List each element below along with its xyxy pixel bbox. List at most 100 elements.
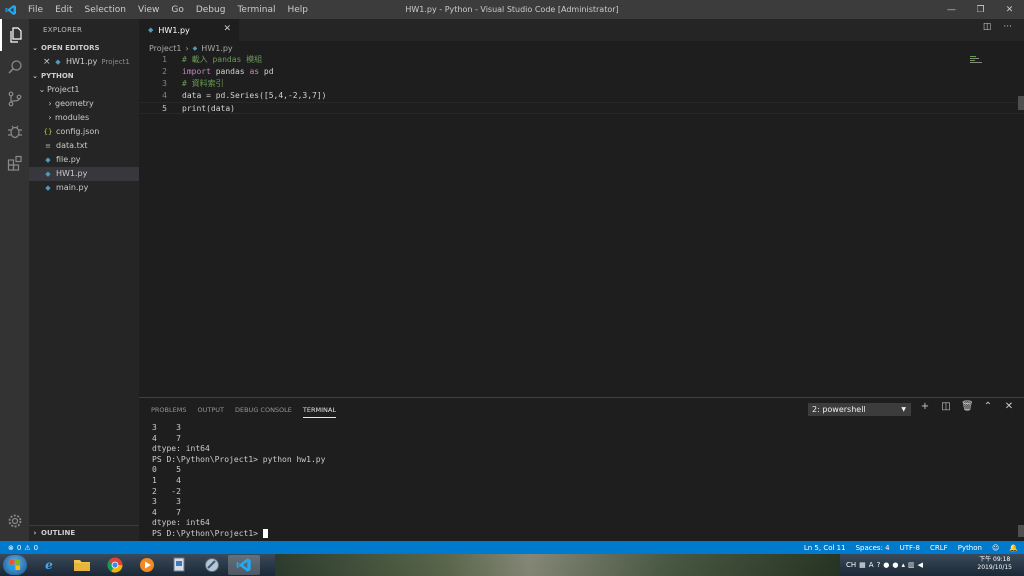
network-icon[interactable]: ▥: [908, 561, 915, 569]
warning-icon: ⚠: [24, 543, 31, 552]
new-terminal-icon[interactable]: +: [919, 401, 931, 412]
menu-view[interactable]: View: [132, 5, 165, 15]
close-tab-icon[interactable]: ✕: [223, 24, 231, 34]
json-file-icon: {}: [43, 128, 53, 136]
more-actions-icon[interactable]: ···: [1003, 22, 1012, 32]
trash-icon[interactable]: 🗑: [961, 401, 974, 412]
editor-tab-hw1[interactable]: ◆ HW1.py ✕: [139, 19, 239, 41]
menu-terminal[interactable]: Terminal: [231, 5, 281, 15]
terminal-select[interactable]: 2: powershell ▼: [808, 403, 911, 416]
tray-app-icon[interactable]: ●: [883, 561, 889, 569]
encoding[interactable]: UTF-8: [900, 544, 920, 552]
tree-item-main-py[interactable]: ◆ main.py: [29, 181, 139, 195]
menu-file[interactable]: File: [22, 5, 49, 15]
volume-icon[interactable]: ◀: [918, 561, 923, 569]
settings-gear-icon[interactable]: [0, 505, 29, 537]
line-endings[interactable]: CRLF: [930, 544, 948, 552]
network-share-icon[interactable]: [163, 555, 195, 575]
open-editors-header[interactable]: ⌄ OPEN EDITORS: [29, 41, 139, 55]
menu-go[interactable]: Go: [165, 5, 189, 15]
tab-output[interactable]: OUTPUT: [197, 404, 224, 418]
system-clock[interactable]: 下午 09:18 2019/10/15: [977, 556, 1012, 572]
keyword: as: [249, 67, 260, 76]
terminal-line: 1 4: [152, 475, 181, 485]
os-taskbar: e CH ▦ A ? ● ● ▴ ▥ ◀ 下午 09:18 2019/10/15: [0, 554, 1024, 576]
tree-item-label: config.json: [56, 127, 100, 136]
chrome-icon[interactable]: [99, 555, 131, 575]
search-icon[interactable]: [0, 51, 29, 83]
explorer-icon[interactable]: [0, 19, 29, 51]
vscode-taskbar-icon[interactable]: [228, 555, 260, 575]
clock-date: 2019/10/15: [977, 564, 1012, 571]
feedback-smiley-icon[interactable]: ☺: [992, 544, 999, 552]
extensions-icon[interactable]: [0, 147, 29, 179]
notification-bell-icon[interactable]: 🔔: [1009, 544, 1018, 552]
menu-help[interactable]: Help: [281, 5, 314, 15]
tree-item-config-json[interactable]: {} config.json: [29, 125, 139, 139]
terminal-output[interactable]: 3 3 4 7 dtype: int64 PS D:\Python\Projec…: [152, 423, 325, 540]
tray-app-icon[interactable]: ●: [892, 561, 898, 569]
code-editor[interactable]: 1 # 載入 pandas 模組 2 import pandas as pd 3…: [139, 54, 1024, 397]
help-icon[interactable]: ?: [877, 561, 881, 569]
line-number: 4: [162, 91, 167, 100]
menu-selection[interactable]: Selection: [79, 5, 132, 15]
terminal-scrollbar[interactable]: [1018, 525, 1024, 537]
file-explorer-icon[interactable]: [66, 555, 98, 575]
ime-indicator[interactable]: CH: [846, 561, 856, 569]
tree-item-data-txt[interactable]: ≡ data.txt: [29, 139, 139, 153]
error-icon: ⊗: [8, 543, 14, 552]
breadcrumb-file[interactable]: HW1.py: [201, 44, 232, 53]
tree-item-modules[interactable]: › modules: [29, 111, 139, 125]
vscode-logo-icon: [0, 0, 22, 19]
panel-tabs: PROBLEMS OUTPUT DEBUG CONSOLE TERMINAL: [151, 404, 347, 418]
breadcrumb-folder[interactable]: Project1: [149, 44, 181, 53]
breadcrumb: Project1 › ◆ HW1.py: [149, 42, 233, 54]
keyword: import: [182, 67, 211, 76]
open-editor-item[interactable]: × ◆ HW1.py Project1: [29, 55, 139, 69]
tab-problems[interactable]: PROBLEMS: [151, 404, 186, 418]
python-file-icon: ◆: [45, 170, 51, 178]
minimap[interactable]: [970, 56, 984, 64]
language-mode[interactable]: Python: [958, 544, 982, 552]
workspace-header[interactable]: ⌄ PYTHON: [29, 69, 139, 83]
tools-icon[interactable]: [196, 555, 228, 575]
internet-explorer-icon[interactable]: e: [33, 555, 65, 575]
indentation[interactable]: Spaces: 4: [856, 544, 890, 552]
tree-item-project1[interactable]: ⌄ Project1: [29, 83, 139, 97]
source-control-icon[interactable]: [0, 83, 29, 115]
close-window-button[interactable]: ✕: [995, 0, 1024, 19]
code-text: import pandas as pd: [167, 66, 274, 78]
editor-scrollbar[interactable]: [1018, 96, 1024, 110]
restore-button[interactable]: ❐: [966, 0, 995, 19]
debug-icon[interactable]: [0, 115, 29, 147]
close-icon[interactable]: ×: [43, 55, 53, 69]
split-terminal-icon[interactable]: ◫: [940, 401, 952, 412]
split-editor-icon[interactable]: ◫: [983, 22, 992, 32]
python-file-icon: ◆: [192, 44, 198, 52]
tab-terminal[interactable]: TERMINAL: [302, 404, 336, 418]
menu-debug[interactable]: Debug: [190, 5, 232, 15]
tab-debug-console[interactable]: DEBUG CONSOLE: [235, 404, 292, 418]
start-button[interactable]: [3, 555, 27, 575]
show-hidden-icon[interactable]: ▴: [902, 561, 906, 569]
tree-item-geometry[interactable]: › geometry: [29, 97, 139, 111]
minimize-button[interactable]: —: [937, 0, 966, 19]
media-player-icon[interactable]: [131, 555, 163, 575]
activity-bar: [0, 19, 29, 541]
line-number: 5: [162, 104, 167, 113]
terminal-line: PS D:\Python\Project1> python hw1.py: [152, 454, 326, 464]
chevron-right-icon: ›: [33, 529, 37, 537]
cursor-position[interactable]: Ln 5, Col 11: [804, 544, 846, 552]
open-editor-folder: Project1: [101, 58, 130, 66]
ime-mode-icon[interactable]: ▦: [859, 561, 866, 569]
tab-label: HW1.py: [158, 25, 190, 35]
language-icon[interactable]: A: [869, 561, 874, 569]
problems-status[interactable]: ⊗ 0 ⚠ 0: [8, 541, 38, 554]
desktop-wallpaper-strip: [275, 554, 840, 576]
outline-section[interactable]: › OUTLINE: [29, 525, 139, 541]
maximize-panel-icon[interactable]: ⌃: [982, 401, 994, 412]
tree-item-hw1-py[interactable]: ◆ HW1.py: [29, 167, 139, 181]
tree-item-file-py[interactable]: ◆ file.py: [29, 153, 139, 167]
menu-edit[interactable]: Edit: [49, 5, 78, 15]
close-panel-icon[interactable]: ✕: [1003, 401, 1015, 412]
